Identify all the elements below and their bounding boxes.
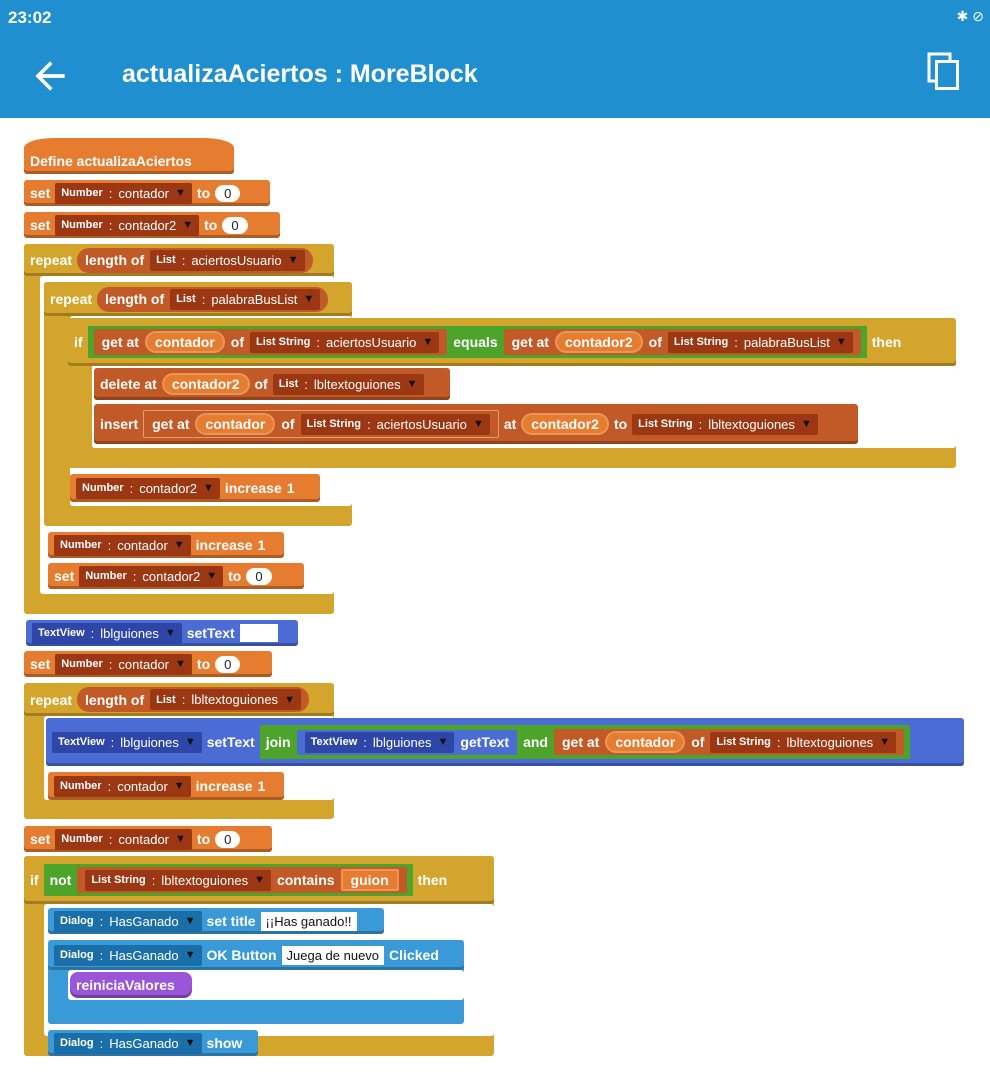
get-at-block[interactable]: get at contador2 of List String: palabraB…: [503, 329, 861, 355]
set-label: set: [30, 185, 51, 201]
value-input[interactable]: 0: [215, 655, 241, 673]
view-dropdown[interactable]: TextView: lblguiones ▼: [32, 622, 182, 644]
copy-icon[interactable]: [926, 52, 962, 92]
var-dropdown[interactable]: Number: contador2 ▼: [79, 565, 224, 587]
set-contador2-block[interactable]: set Number: contador2 ▼ to 0: [24, 212, 280, 238]
status-time: 23:02: [8, 8, 52, 27]
repeat-label: repeat: [50, 291, 93, 307]
set-contador2-block[interactable]: set Number: contador2 ▼ to 0: [48, 563, 304, 589]
view-dropdown[interactable]: TextView: lblguiones ▼: [52, 731, 202, 753]
var-getter[interactable]: contador: [144, 331, 225, 353]
increase-block[interactable]: Number: contador ▼ increase 1: [48, 772, 284, 800]
arrow-left-icon[interactable]: [28, 54, 72, 98]
get-at-block[interactable]: get at contador of List String: aciertosU…: [143, 410, 499, 438]
equals-label: equals: [453, 334, 498, 350]
dialog-dropdown[interactable]: Dialog: HasGanado ▼: [54, 1032, 202, 1054]
var-getter[interactable]: contador2: [521, 413, 609, 435]
join-block[interactable]: join TextView: lblguiones ▼ getText and …: [259, 725, 911, 759]
var-getter[interactable]: contador: [195, 413, 276, 435]
var-dropdown[interactable]: Number: contador ▼: [55, 182, 192, 204]
set-contador-block[interactable]: set Number: contador ▼ to 0: [24, 180, 270, 206]
not-block[interactable]: not List String: lbltextoguiones ▼ conta…: [43, 864, 413, 896]
if-header[interactable]: if get at contador of List String: aciert…: [68, 318, 956, 366]
dialog-dropdown[interactable]: Dialog: HasGanado ▼: [54, 910, 202, 932]
list-dropdown[interactable]: List: lbltextoguiones ▼: [272, 373, 424, 395]
var-dropdown[interactable]: Number: contador2 ▼: [76, 477, 220, 499]
repeat-header[interactable]: repeat length of List: lbltextoguiones ▼: [24, 683, 334, 716]
bluetooth-icon: ✱ ⊘: [956, 8, 984, 24]
var-dropdown[interactable]: Number: contador ▼: [55, 653, 192, 675]
insert-block[interactable]: insert get at contador of List String: ac…: [94, 404, 858, 444]
equals-block[interactable]: get at contador of List String: aciertosU…: [87, 326, 867, 358]
var-dropdown[interactable]: Number: contador ▼: [55, 828, 192, 850]
set-label: set: [30, 217, 51, 233]
value-input[interactable]: 0: [246, 567, 272, 585]
list-dropdown[interactable]: List: palabraBusList ▼: [170, 288, 321, 310]
length-of-block[interactable]: length of List: lbltextoguiones ▼: [77, 687, 309, 712]
if-label: if: [74, 334, 83, 350]
list-dropdown[interactable]: List String: lbltextoguiones ▼: [632, 413, 818, 435]
list-dropdown[interactable]: List String: lbltextoguiones ▼: [85, 869, 271, 891]
define-block[interactable]: Define actualizaAciertos: [24, 138, 234, 174]
set-contador-block[interactable]: set Number: contador ▼ to 0: [24, 651, 272, 677]
repeat-header[interactable]: repeat length of List: palabraBusList ▼: [44, 282, 352, 316]
var-getter[interactable]: contador2: [161, 373, 250, 395]
value-input[interactable]: 0: [215, 184, 241, 202]
set-text-block[interactable]: TextView: lblguiones ▼ setText: [26, 620, 298, 646]
dialog-ok-header[interactable]: Dialog: HasGanado ▼ OK Button Juega de n…: [48, 940, 464, 970]
view-dropdown[interactable]: TextView: lblguiones ▼: [304, 731, 455, 753]
text-input[interactable]: ¡¡Has ganado!!: [260, 911, 357, 931]
then-label: then: [871, 334, 902, 350]
dialog-set-title-block[interactable]: Dialog: HasGanado ▼ set title ¡¡Has gana…: [48, 908, 384, 934]
var-getter[interactable]: contador2: [554, 331, 643, 353]
var-dropdown[interactable]: Number: contador ▼: [54, 534, 191, 556]
reinicia-valores-block[interactable]: reiniciaValores: [70, 972, 192, 998]
dialog-show-block[interactable]: Dialog: HasGanado ▼ show: [48, 1030, 258, 1056]
to-label: to: [204, 217, 218, 233]
list-dropdown[interactable]: List String: palabraBusList ▼: [667, 331, 853, 353]
length-of-block[interactable]: length of List: palabraBusList ▼: [97, 286, 329, 312]
length-of-block[interactable]: length of List: aciertosUsuario ▼: [77, 247, 313, 273]
page-title: actualizaAciertos : MoreBlock: [122, 60, 478, 88]
if-header[interactable]: if not List String: lbltextoguiones ▼ co…: [24, 856, 494, 904]
var-getter[interactable]: guion: [340, 869, 399, 891]
get-at-block[interactable]: get at contador of List String: lbltextog…: [553, 729, 905, 755]
list-dropdown[interactable]: List String: aciertosUsuario ▼: [300, 413, 490, 435]
contains-block[interactable]: List String: lbltextoguiones ▼ contains …: [77, 867, 407, 893]
set-contador-block[interactable]: set Number: contador ▼ to 0: [24, 826, 272, 852]
text-input[interactable]: Juega de nuevo: [281, 945, 385, 965]
get-text-block[interactable]: TextView: lblguiones ▼ getText: [296, 729, 518, 755]
increase-block[interactable]: Number: contador2 ▼ increase 1: [70, 474, 320, 502]
get-at-block[interactable]: get at contador of List String: aciertosU…: [93, 329, 448, 355]
list-dropdown[interactable]: List: aciertosUsuario ▼: [150, 249, 305, 271]
var-getter[interactable]: contador: [605, 731, 686, 753]
increase-block[interactable]: Number: contador ▼ increase 1: [48, 532, 284, 558]
list-dropdown[interactable]: List String: aciertosUsuario ▼: [250, 331, 440, 353]
var-dropdown[interactable]: Number: contador ▼: [54, 775, 191, 797]
dialog-dropdown[interactable]: Dialog: HasGanado ▼: [54, 944, 202, 966]
status-bar: 23:02 ✱ ⊘: [0, 0, 990, 36]
define-label: Define actualizaAciertos: [30, 153, 192, 169]
delete-at-block[interactable]: delete at contador2 of List: lbltextoguio…: [94, 368, 450, 400]
text-input[interactable]: [239, 624, 278, 642]
set-text-join-block[interactable]: TextView: lblguiones ▼ setText join Text…: [46, 718, 964, 766]
repeat-label: repeat: [30, 252, 73, 268]
to-label: to: [196, 185, 211, 201]
var-dropdown[interactable]: Number: contador2 ▼: [55, 214, 200, 236]
app-bar: actualizaAciertos : MoreBlock: [0, 36, 990, 118]
list-dropdown[interactable]: List: lbltextoguiones ▼: [150, 689, 301, 710]
value-input[interactable]: 0: [215, 830, 241, 848]
list-dropdown[interactable]: List String: lbltextoguiones ▼: [710, 731, 897, 753]
repeat-header[interactable]: repeat length of List: aciertosUsuario ▼: [24, 244, 334, 276]
value-input[interactable]: 0: [222, 216, 248, 234]
